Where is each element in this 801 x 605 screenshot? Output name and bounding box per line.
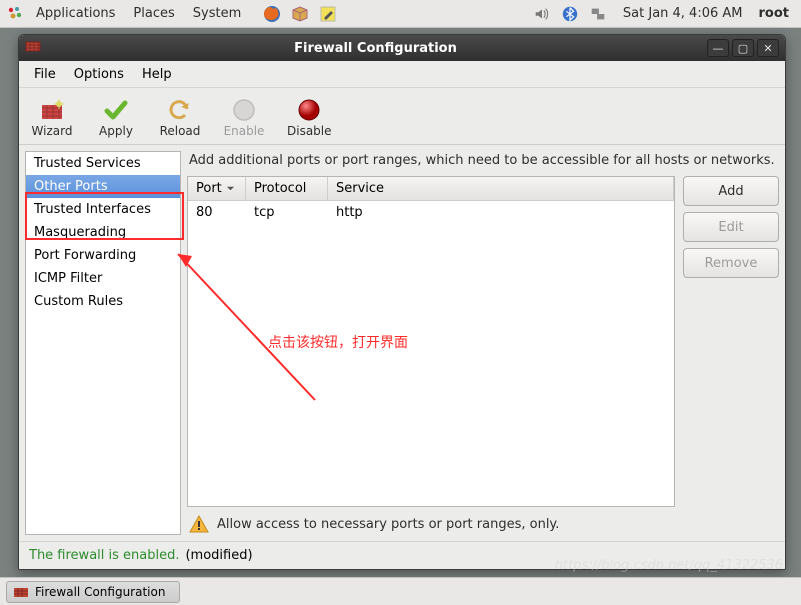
disable-button[interactable]: Disable bbox=[283, 94, 336, 140]
remove-button: Remove bbox=[683, 248, 779, 278]
hint-text: Allow access to necessary ports or port … bbox=[217, 517, 559, 532]
port-buttons: Add Edit Remove bbox=[683, 176, 779, 507]
bluetooth-icon[interactable] bbox=[559, 3, 581, 25]
firewall-config-window: Firewall Configuration — ▢ ✕ File Option… bbox=[18, 34, 786, 570]
wizard-icon bbox=[38, 96, 66, 124]
sidebar-item-port-forwarding[interactable]: Port Forwarding bbox=[26, 244, 180, 267]
table-header: Port Protocol Service bbox=[188, 177, 674, 201]
col-service[interactable]: Service bbox=[328, 177, 674, 200]
status-enabled-text: The firewall is enabled. bbox=[29, 548, 179, 563]
apply-icon bbox=[102, 96, 130, 124]
reload-button[interactable]: Reload bbox=[155, 94, 205, 140]
network-icon[interactable] bbox=[587, 3, 609, 25]
note-icon[interactable] bbox=[317, 3, 339, 25]
gnome-bottom-panel: Firewall Configuration bbox=[0, 577, 801, 605]
volume-icon[interactable] bbox=[531, 3, 553, 25]
maximize-button[interactable]: ▢ bbox=[732, 39, 754, 57]
apply-button[interactable]: Apply bbox=[91, 94, 141, 140]
disable-icon bbox=[295, 96, 323, 124]
sidebar-item-trusted-services[interactable]: Trusted Services bbox=[26, 152, 180, 175]
sort-down-icon bbox=[226, 184, 235, 193]
col-protocol[interactable]: Protocol bbox=[246, 177, 328, 200]
hint-row: Allow access to necessary ports or port … bbox=[187, 507, 779, 535]
table-row[interactable]: 80 tcp http bbox=[188, 201, 674, 224]
window-title: Firewall Configuration bbox=[47, 41, 704, 56]
minimize-button[interactable]: — bbox=[707, 39, 729, 57]
panel-user[interactable]: root bbox=[755, 6, 798, 21]
sidebar-item-other-ports[interactable]: Other Ports bbox=[26, 175, 180, 198]
sidebar-item-custom-rules[interactable]: Custom Rules bbox=[26, 290, 180, 313]
menu-options[interactable]: Options bbox=[65, 64, 133, 85]
panel-clock[interactable]: Sat Jan 4, 4:06 AM bbox=[613, 6, 753, 21]
status-modified-text: (modified) bbox=[185, 548, 252, 563]
sidebar: Trusted Services Other Ports Trusted Int… bbox=[25, 151, 181, 535]
taskbar-item-firewall[interactable]: Firewall Configuration bbox=[6, 581, 180, 603]
menubar: File Options Help bbox=[19, 61, 785, 88]
titlebar[interactable]: Firewall Configuration — ▢ ✕ bbox=[19, 35, 785, 61]
sidebar-item-trusted-interfaces[interactable]: Trusted Interfaces bbox=[26, 198, 180, 221]
wizard-button[interactable]: Wizard bbox=[27, 94, 77, 140]
taskbar-app-icon bbox=[13, 584, 29, 600]
panel-menu-places[interactable]: Places bbox=[125, 4, 182, 23]
gnome-foot-icon bbox=[4, 3, 26, 25]
annotation-text: 点击该按钮，打开界面 bbox=[268, 332, 408, 352]
warning-icon bbox=[189, 515, 209, 533]
toolbar: Wizard Apply Reload Enable Disable bbox=[19, 88, 785, 145]
edit-button: Edit bbox=[683, 212, 779, 242]
window-app-icon bbox=[25, 38, 41, 58]
watermark: https://blog.csdn.net/qq_41322536 bbox=[555, 558, 783, 573]
gnome-top-panel: Applications Places System Sat Jan 4, 4:… bbox=[0, 0, 801, 28]
menu-help[interactable]: Help bbox=[133, 64, 181, 85]
sidebar-item-icmp-filter[interactable]: ICMP Filter bbox=[26, 267, 180, 290]
package-icon[interactable] bbox=[289, 3, 311, 25]
panel-menu-applications[interactable]: Applications bbox=[28, 4, 123, 23]
pane-description: Add additional ports or port ranges, whi… bbox=[187, 151, 779, 176]
enable-icon bbox=[230, 96, 258, 124]
enable-button: Enable bbox=[219, 94, 269, 140]
add-button[interactable]: Add bbox=[683, 176, 779, 206]
port-table: Port Protocol Service 80 tcp http bbox=[187, 176, 675, 507]
panel-menu-system[interactable]: System bbox=[185, 4, 249, 23]
reload-icon bbox=[166, 96, 194, 124]
menu-file[interactable]: File bbox=[25, 64, 65, 85]
firefox-icon[interactable] bbox=[261, 3, 283, 25]
sidebar-item-masquerading[interactable]: Masquerading bbox=[26, 221, 180, 244]
close-button[interactable]: ✕ bbox=[757, 39, 779, 57]
col-port[interactable]: Port bbox=[188, 177, 246, 200]
